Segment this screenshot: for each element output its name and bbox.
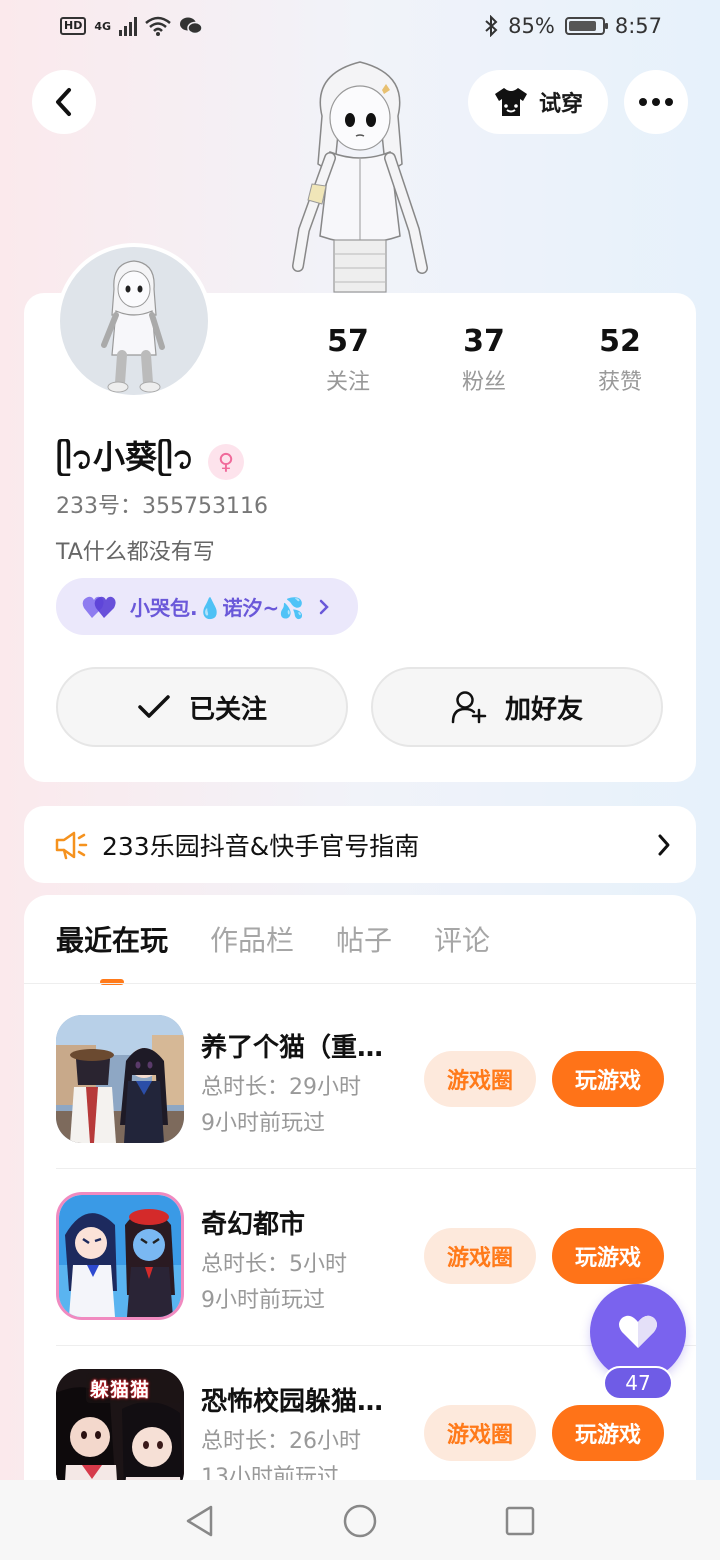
status-bar: HD 4G 85% 8:57 [0, 0, 720, 58]
try-on-button[interactable]: 试穿 [468, 70, 608, 134]
game-last-played: 9小时前玩过 [201, 1111, 325, 1136]
nav-home-icon[interactable] [342, 1503, 378, 1539]
user-id[interactable]: 233号：355753116 [56, 488, 268, 520]
game-title: 恐怖校园躲猫… [201, 1387, 384, 1417]
game-title: 养了个猫（重… [201, 1033, 384, 1063]
clock: 8:57 [614, 14, 662, 38]
tab-divider [24, 983, 696, 984]
username-row: ᥫ᭡小葵ᥫ᭡ ♀ [56, 432, 244, 492]
add-friend-label: 加好友 [504, 694, 583, 725]
game-circle-button[interactable]: 游戏圈 [424, 1405, 536, 1461]
stat-value: 57 [327, 324, 369, 359]
stat-label: 关注 [325, 370, 370, 395]
more-dot [652, 98, 660, 106]
username: ᥫ᭡小葵ᥫ᭡ [56, 438, 194, 476]
profile-stats: 57 关注 37 粉丝 52 获赞 [280, 322, 688, 396]
tshirt-icon [494, 88, 527, 116]
avatar-figure [101, 260, 165, 393]
announcement-text: 233乐园抖音&快手官号指南 [102, 831, 420, 861]
system-navigation-bar [0, 1480, 720, 1560]
network-label: 4G [94, 19, 112, 33]
chevron-right-icon [319, 599, 329, 614]
stat-value: 37 [463, 324, 505, 359]
stat-likes[interactable]: 52 获赞 [552, 322, 688, 396]
chevron-left-icon [56, 88, 71, 116]
add-friend-button[interactable]: 加好友 [371, 667, 663, 747]
family-tag-label: 小哭包.💧诺汐~💦 [130, 596, 305, 620]
stat-value: 52 [599, 324, 641, 359]
battery-icon [564, 17, 608, 35]
active-tab-indicator [100, 979, 124, 985]
play-game-button[interactable]: 玩游戏 [552, 1405, 664, 1461]
game-circle-button[interactable]: 游戏圈 [424, 1051, 536, 1107]
list-item[interactable]: 养了个猫（重… 总时长：29小时 9小时前玩过 游戏圈 玩游戏 [56, 1015, 672, 1192]
checkmark-icon [138, 695, 170, 718]
megaphone-icon [55, 831, 88, 859]
row-divider [56, 1168, 696, 1169]
game-total-time: 总时长：26小时 [201, 1429, 361, 1454]
family-tag[interactable]: 小哭包.💧诺汐~💦 [56, 578, 359, 635]
followed-button[interactable]: 已关注 [56, 667, 348, 747]
followed-label: 已关注 [188, 694, 267, 725]
female-gender-icon: ♀ [207, 444, 244, 480]
tab-label: 作品栏 [210, 924, 295, 957]
stat-label: 获赞 [597, 370, 642, 395]
tab-label: 评论 [434, 924, 491, 957]
game-total-time: 总时长：5小时 [201, 1252, 347, 1277]
bluetooth-icon [485, 15, 498, 37]
stat-label: 粉丝 [461, 370, 506, 395]
nav-recents-icon[interactable] [504, 1505, 536, 1537]
user-id-value: 355753116 [142, 494, 268, 519]
more-dot [639, 98, 647, 106]
like-count: 47 [603, 1366, 673, 1400]
user-bio: TA什么都没有写 [56, 540, 215, 565]
character-avatar-figure[interactable] [282, 54, 438, 298]
announcement-bar[interactable]: 233乐园抖音&快手官号指南 [24, 806, 696, 883]
game-last-played: 9小时前玩过 [201, 1288, 325, 1313]
tab-label: 最近在玩 [56, 924, 169, 957]
battery-level [568, 21, 596, 31]
status-right: 85% 8:57 [484, 14, 662, 38]
stat-following[interactable]: 57 关注 [280, 322, 416, 396]
more-dot [665, 98, 673, 106]
try-on-label: 试穿 [538, 92, 583, 117]
game-icon-title: 躲猫猫 [90, 1379, 151, 1401]
game-circle-button[interactable]: 游戏圈 [424, 1228, 536, 1284]
hd-badge: HD [60, 17, 87, 35]
tab-works[interactable]: 作品栏 [210, 913, 294, 969]
battery-percent: 85% [508, 14, 555, 38]
game-art [59, 1195, 181, 1317]
heart-pair-icon [82, 596, 116, 618]
profile-tabs: 最近在玩 作品栏 帖子 评论 [56, 913, 490, 985]
add-user-icon [451, 691, 487, 724]
game-art [56, 1015, 184, 1143]
status-left: HD 4G [60, 16, 203, 36]
game-icon-image [56, 1192, 184, 1320]
list-item[interactable]: 奇幻都市 总时长：5小时 9小时前玩过 游戏圈 玩游戏 [56, 1192, 672, 1369]
game-icon-image: 躲猫猫 [56, 1369, 184, 1497]
more-button[interactable] [624, 70, 688, 134]
heart-icon [619, 1315, 657, 1348]
back-button[interactable] [32, 70, 96, 134]
user-id-label: 233号： [56, 494, 142, 519]
tab-comments[interactable]: 评论 [434, 913, 490, 969]
game-icon-image [56, 1015, 184, 1143]
play-game-button[interactable]: 玩游戏 [552, 1051, 664, 1107]
game-title: 奇幻都市 [201, 1210, 306, 1240]
nav-back-icon[interactable] [184, 1504, 216, 1538]
chevron-right-icon [658, 834, 670, 855]
wifi-icon [145, 16, 171, 36]
avatar[interactable] [56, 243, 212, 399]
tab-label: 帖子 [336, 924, 393, 957]
content-panel: 最近在玩 作品栏 帖子 评论 养了个猫（重… 总时长：29小时 9小时前玩过 游… [24, 895, 696, 1515]
game-total-time: 总时长：29小时 [201, 1075, 361, 1100]
stat-fans[interactable]: 37 粉丝 [416, 322, 552, 396]
tab-recently-played[interactable]: 最近在玩 [56, 913, 169, 985]
tab-posts[interactable]: 帖子 [336, 913, 392, 969]
signal-icon [119, 16, 138, 36]
wechat-icon [180, 17, 203, 35]
play-game-button[interactable]: 玩游戏 [552, 1228, 664, 1284]
